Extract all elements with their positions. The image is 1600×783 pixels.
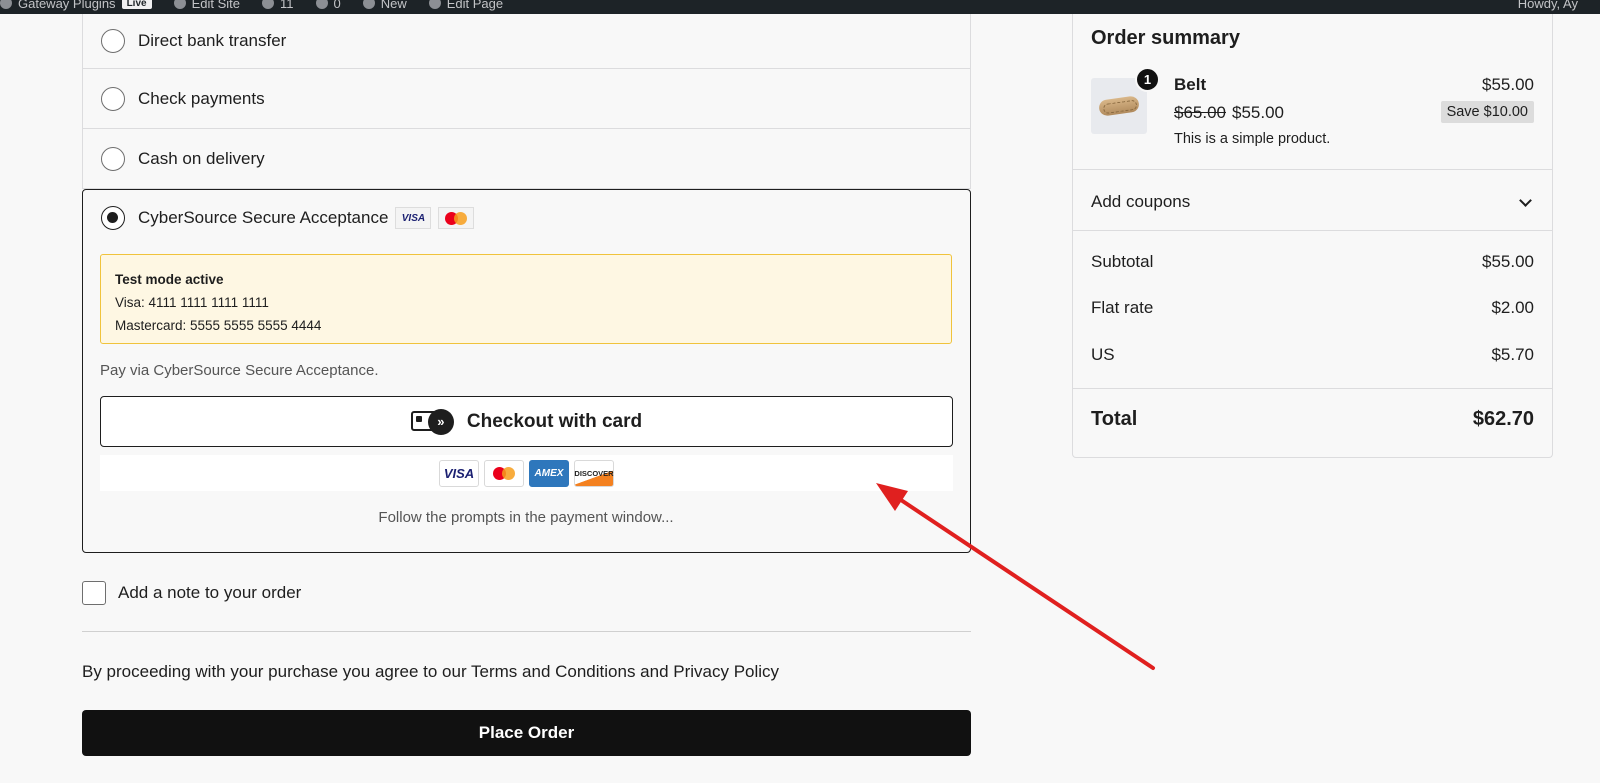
- order-note-row[interactable]: Add a note to your order: [82, 581, 301, 605]
- admin-bar-account[interactable]: Howdy, Ay: [1518, 0, 1578, 11]
- chevron-down-icon: [1519, 193, 1532, 207]
- product-description: This is a simple product.: [1174, 131, 1331, 147]
- card-payment-icon: »: [410, 408, 454, 435]
- notice-visa: Visa: 4111 1111 1111 1111: [115, 295, 269, 310]
- plus-icon: [362, 0, 375, 9]
- visa-logo-icon: VISA: [439, 459, 479, 487]
- subtotal-row: Subtotal $55.00: [1091, 252, 1534, 271]
- card-logos: VISA AMEX DISCOVER: [100, 455, 953, 491]
- updates-icon: [262, 0, 274, 9]
- divider: [1073, 169, 1552, 170]
- divider: [82, 631, 971, 632]
- add-coupons-toggle[interactable]: Add coupons: [1091, 192, 1534, 212]
- brush-icon: [173, 0, 186, 9]
- payment-option-bank-transfer[interactable]: Direct bank transfer: [82, 14, 971, 69]
- admin-bar-item-new[interactable]: New: [362, 0, 407, 11]
- cybersource-label: CyberSource Secure Acceptance: [138, 208, 389, 227]
- admin-bar-item-site[interactable]: Gateway Plugins Live: [0, 0, 152, 11]
- radio-button-selected[interactable]: [101, 206, 125, 230]
- wordpress-icon: [0, 0, 12, 9]
- notice-title: Test mode active: [115, 272, 224, 287]
- payment-option-cod[interactable]: Cash on delivery: [82, 129, 971, 189]
- follow-prompts-text: Follow the prompts in the payment window…: [378, 509, 674, 526]
- payment-description: Pay via CyberSource Secure Acceptance.: [100, 362, 379, 379]
- live-badge: Live: [121, 0, 152, 9]
- order-summary: Order summary 1 Belt $55.00 $65.00 $55.00…: [1072, 14, 1553, 458]
- place-order-button[interactable]: Place Order: [82, 710, 971, 756]
- regular-price: $65.00: [1174, 103, 1226, 122]
- admin-bar-item-comments[interactable]: 0: [315, 0, 341, 11]
- checkout-button-label: Checkout with card: [466, 410, 643, 432]
- quantity-badge: 1: [1135, 67, 1160, 92]
- save-badge: Save $10.00: [1440, 101, 1534, 123]
- order-note-checkbox[interactable]: [82, 581, 106, 605]
- radio-button[interactable]: [101, 86, 125, 111]
- mastercard-icon: [438, 207, 475, 229]
- pencil-icon: [428, 0, 441, 9]
- radio-button[interactable]: [101, 146, 125, 171]
- comment-icon: [315, 0, 328, 9]
- order-note-label: Add a note to your order: [118, 583, 302, 602]
- radio-button[interactable]: [101, 29, 125, 53]
- sale-price: $55.00: [1232, 103, 1284, 122]
- checkout-with-card-button[interactable]: » Checkout with card: [100, 396, 953, 447]
- tax-row: US $5.70: [1091, 345, 1534, 364]
- divider: [1073, 388, 1552, 389]
- shipping-row: Flat rate $2.00: [1091, 298, 1534, 317]
- total-row: Total $62.70: [1091, 408, 1534, 430]
- mastercard-logo-icon: [484, 459, 524, 487]
- order-summary-title: Order summary: [1091, 27, 1240, 49]
- notice-mastercard: Mastercard: 5555 5555 5555 4444: [115, 318, 322, 333]
- add-coupons-label: Add coupons: [1091, 192, 1191, 211]
- product-name: Belt: [1174, 75, 1207, 94]
- visa-icon: VISA: [395, 207, 432, 229]
- product-price: $55.00: [1482, 75, 1534, 94]
- cybersource-header[interactable]: CyberSource Secure Acceptance VISA: [101, 206, 475, 230]
- admin-bar-item-edit-page[interactable]: Edit Page: [428, 0, 503, 11]
- divider: [1073, 230, 1552, 231]
- amex-logo-icon: AMEX: [529, 459, 569, 487]
- test-mode-notice: Test mode active Visa: 4111 1111 1111 11…: [100, 254, 952, 344]
- belt-image: [1098, 95, 1140, 117]
- payment-option-check[interactable]: Check payments: [82, 69, 971, 129]
- payment-methods: Direct bank transfer Check payments Cash…: [82, 14, 971, 189]
- payment-option-cybersource: CyberSource Secure Acceptance VISA Test …: [82, 189, 971, 553]
- admin-bar-item-edit-site[interactable]: Edit Site: [173, 0, 240, 11]
- discover-logo-icon: DISCOVER: [574, 459, 614, 487]
- admin-bar: Gateway Plugins Live Edit Site 11 0 New …: [0, 0, 1600, 14]
- terms-text: By proceeding with your purchase you agr…: [82, 662, 780, 681]
- product-price-detail: $65.00 $55.00: [1174, 103, 1284, 123]
- admin-bar-item-updates[interactable]: 11: [262, 0, 294, 11]
